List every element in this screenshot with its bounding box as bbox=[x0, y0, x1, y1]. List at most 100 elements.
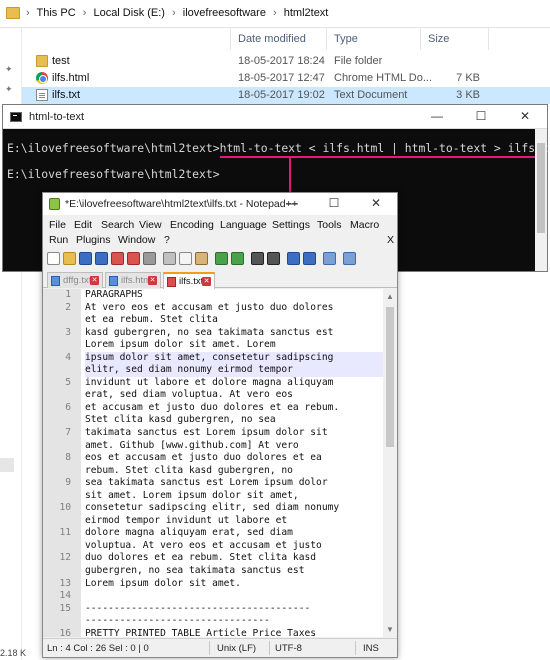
zoom-in-icon[interactable] bbox=[287, 252, 300, 265]
file-row-test[interactable]: test 18-05-2017 18:24 File folder bbox=[22, 53, 550, 70]
code-line[interactable]: Lorem ipsum dolor sit amet. Lorem bbox=[85, 339, 383, 352]
tab-ilfs-txt[interactable]: ilfs.txt ✕ bbox=[163, 272, 215, 289]
code-line[interactable]: 5 invidunt ut labore et dolore magna aliq… bbox=[65, 377, 383, 390]
breadcrumb-item-this-pc[interactable]: This PC bbox=[37, 7, 76, 19]
cut-icon[interactable] bbox=[163, 252, 176, 265]
breadcrumb-item-local-disk[interactable]: Local Disk (E:) bbox=[93, 7, 165, 19]
breadcrumb-item-html2text[interactable]: html2text bbox=[284, 7, 329, 19]
menu-macro[interactable]: Macro bbox=[350, 219, 379, 231]
tab-ilfs-html[interactable]: ilfs.html ✕ bbox=[105, 272, 161, 288]
menu-language[interactable]: Language bbox=[220, 219, 267, 231]
menu-window[interactable]: Window bbox=[118, 234, 155, 246]
code-line[interactable]: 15 --------------------------------------… bbox=[59, 603, 383, 616]
code-line[interactable]: -------------------------------- bbox=[85, 615, 383, 628]
code-line[interactable]: 13 Lorem ipsum dolor sit amet. bbox=[59, 578, 383, 591]
zoom-out-icon[interactable] bbox=[303, 252, 316, 265]
close-button[interactable]: ✕ bbox=[503, 105, 547, 129]
scroll-thumb[interactable] bbox=[386, 307, 394, 447]
replace-icon[interactable] bbox=[267, 252, 280, 265]
menu-close-document[interactable]: X bbox=[387, 234, 394, 246]
editor-scrollbar[interactable]: ▲ ▼ bbox=[383, 289, 397, 637]
column-date-modified[interactable]: Date modified bbox=[238, 33, 306, 45]
cmd-scrollbar[interactable] bbox=[535, 129, 547, 271]
line-number: 4 bbox=[65, 351, 71, 363]
menu-plugins[interactable]: Plugins bbox=[76, 234, 110, 246]
find-icon[interactable] bbox=[251, 252, 264, 265]
code-line[interactable]: voluptua. At vero eos et accusam et just… bbox=[85, 540, 383, 553]
address-bar[interactable]: › This PC › Local Disk (E:) › ilovefrees… bbox=[0, 0, 550, 28]
code-line[interactable]: 7 takimata sanctus est Lorem ipsum dolor … bbox=[65, 427, 383, 440]
tab-close-icon[interactable]: ✕ bbox=[90, 276, 99, 285]
code-line[interactable]: erat, sed diam voluptua. At vero eos bbox=[85, 389, 383, 402]
text-editor[interactable]: 1 PARAGRAPHS 2 At vero eos et accusam et ju… bbox=[43, 289, 397, 637]
code-line[interactable]: gubergren, no sea takimata sanctus est bbox=[85, 565, 383, 578]
menu-run[interactable]: Run bbox=[49, 234, 68, 246]
code-line[interactable]: Stet clita kasd gubergren, no sea bbox=[85, 414, 383, 427]
print-icon[interactable] bbox=[143, 252, 156, 265]
undo-icon[interactable] bbox=[215, 252, 228, 265]
breadcrumb-item-ilovefreesoftware[interactable]: ilovefreesoftware bbox=[183, 7, 266, 19]
code-line[interactable]: 9 sea takimata sanctus est Lorem ipsum do… bbox=[65, 477, 383, 490]
line-text: Stet clita kasd gubergren, no sea bbox=[85, 414, 276, 426]
pin-icon[interactable]: ✦ bbox=[5, 64, 15, 74]
menu-help[interactable]: ? bbox=[164, 234, 170, 246]
close-button[interactable]: ✕ bbox=[355, 193, 397, 215]
minimize-button[interactable]: — bbox=[271, 193, 313, 215]
column-type[interactable]: Type bbox=[334, 33, 358, 45]
code-line[interactable]: rebum. Stet clita kasd gubergren, no bbox=[85, 465, 383, 478]
column-size[interactable]: Size bbox=[428, 33, 449, 45]
close-file-icon[interactable] bbox=[111, 252, 124, 265]
scroll-up-icon[interactable]: ▲ bbox=[386, 292, 394, 301]
pin-icon[interactable]: ✦ bbox=[5, 84, 15, 94]
code-line[interactable]: et ea rebum. Stet clita bbox=[85, 314, 383, 327]
maximize-button[interactable]: ☐ bbox=[459, 105, 503, 129]
code-line[interactable]: 4 ipsum dolor sit amet, consetetur sadips… bbox=[65, 351, 383, 365]
code-line[interactable]: 6 et accusam et justo duo dolores et ea r… bbox=[65, 402, 383, 415]
code-line[interactable]: 16 PRETTY PRINTED TABLE Article Price Tax… bbox=[59, 628, 383, 637]
save-icon[interactable] bbox=[79, 252, 92, 265]
close-all-icon[interactable] bbox=[127, 252, 140, 265]
sync-scroll-icon[interactable] bbox=[323, 252, 336, 265]
editor-content[interactable]: 1 PARAGRAPHS 2 At vero eos et accusam et ju… bbox=[59, 289, 383, 637]
code-line[interactable]: eirmod tempor invidunt ut labore et bbox=[85, 515, 383, 528]
copy-icon[interactable] bbox=[179, 252, 192, 265]
menu-bar: File Edit Search View Encoding Language … bbox=[43, 215, 397, 249]
npp-title-bar[interactable]: *E:\ilovefreesoftware\html2text\ilfs.txt… bbox=[43, 193, 397, 215]
word-wrap-icon[interactable] bbox=[343, 252, 356, 265]
menu-settings[interactable]: Settings bbox=[272, 219, 310, 231]
code-line[interactable]: 14 bbox=[59, 590, 383, 603]
menu-view[interactable]: View bbox=[139, 219, 162, 231]
code-line[interactable]: 10 consetetur sadipscing elitr, sed diam … bbox=[59, 502, 383, 515]
code-line[interactable]: 3 kasd gubergren, no sea takimata sanctus… bbox=[65, 327, 383, 340]
minimize-button[interactable]: — bbox=[415, 105, 459, 129]
notepad-plus-plus-window[interactable]: *E:\ilovefreesoftware\html2text\ilfs.txt… bbox=[42, 192, 398, 658]
menu-search[interactable]: Search bbox=[101, 219, 134, 231]
maximize-button[interactable]: ☐ bbox=[313, 193, 355, 215]
tab-close-icon[interactable]: ✕ bbox=[202, 277, 211, 286]
menu-tools[interactable]: Tools bbox=[317, 219, 342, 231]
nav-scroll-marker[interactable] bbox=[0, 458, 14, 472]
new-file-icon[interactable] bbox=[47, 252, 60, 265]
tab-dffg-txt[interactable]: dffg.txt ✕ bbox=[47, 272, 103, 288]
open-file-icon[interactable] bbox=[63, 252, 76, 265]
save-all-icon[interactable] bbox=[95, 252, 108, 265]
scroll-thumb[interactable] bbox=[537, 143, 545, 233]
scroll-down-icon[interactable]: ▼ bbox=[386, 625, 394, 634]
file-row-ilfs-txt[interactable]: ilfs.txt 18-05-2017 19:02 Text Document … bbox=[22, 87, 550, 104]
redo-icon[interactable] bbox=[231, 252, 244, 265]
tab-close-icon[interactable]: ✕ bbox=[148, 276, 157, 285]
file-row-ilfs-html[interactable]: ilfs.html 18-05-2017 12:47 Chrome HTML D… bbox=[22, 70, 550, 87]
code-line[interactable]: sit amet. Lorem ipsum dolor sit amet, bbox=[85, 490, 383, 503]
code-line[interactable]: elitr, sed diam nonumy eirmod tempor bbox=[85, 364, 383, 377]
code-line[interactable]: 11 dolore magna aliquyam erat, sed diam bbox=[59, 527, 383, 540]
code-line[interactable]: 12 duo dolores et ea rebum. Stet clita ka… bbox=[59, 552, 383, 565]
paste-icon[interactable] bbox=[195, 252, 208, 265]
code-line[interactable]: 1 PARAGRAPHS bbox=[65, 289, 383, 302]
code-line[interactable]: amet. Github [www.github.com] At vero bbox=[85, 440, 383, 453]
code-line[interactable]: 2 At vero eos et accusam et justo duo dol… bbox=[65, 302, 383, 315]
menu-file[interactable]: File bbox=[49, 219, 66, 231]
cmd-title-bar[interactable]: html-to-text — ☐ ✕ bbox=[3, 105, 547, 129]
menu-edit[interactable]: Edit bbox=[74, 219, 92, 231]
menu-encoding[interactable]: Encoding bbox=[170, 219, 214, 231]
code-line[interactable]: 8 eos et accusam et justo duo dolores et … bbox=[65, 452, 383, 465]
